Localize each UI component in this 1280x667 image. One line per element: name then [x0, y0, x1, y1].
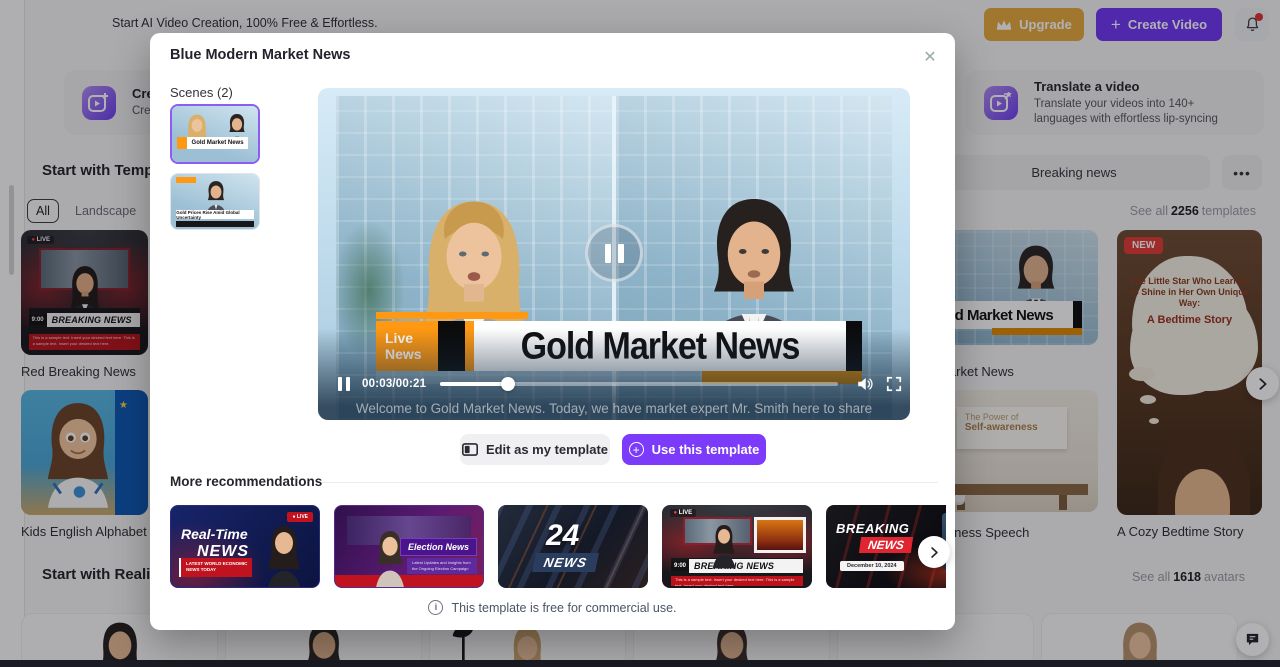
chevron-right-icon [930, 546, 938, 558]
time-display: 00:03/00:21 [362, 378, 427, 390]
live-badge: ● LIVE [287, 512, 313, 522]
rec-24: 24 [546, 519, 580, 552]
rec-inset-image [754, 517, 806, 553]
rec-news-label: NEWS [531, 553, 600, 572]
caption-text: Welcome to Gold Market News. Today, we h… [355, 401, 873, 416]
rec-anchor [267, 526, 301, 587]
pause-overlay-button[interactable] [585, 224, 643, 282]
divider [322, 482, 938, 483]
fullscreen-button[interactable] [886, 376, 902, 392]
license-note: i This template is free for commercial u… [150, 600, 955, 615]
rec-anchor [376, 531, 404, 587]
rec-title: Real-Time [181, 526, 248, 542]
scenes-label: Scenes (2) [170, 85, 233, 100]
screen: Start AI Video Creation, 100% Free & Eff… [0, 0, 1280, 667]
volume-button[interactable] [856, 376, 874, 392]
template-preview-modal: Blue Modern Market News ✕ Scenes (2) Gol… [150, 33, 955, 630]
mini-banner: Gold Prices Rise Amid Global Uncertainty [176, 210, 254, 220]
rec-date-tag: December 10, 2024 [840, 561, 904, 571]
more-recommendations-heading: More recommendations [170, 474, 323, 489]
info-icon: i [428, 600, 444, 615]
use-button-label: Use this template [651, 442, 760, 457]
rec-news-box: NEWS [858, 537, 914, 553]
rec-card-breaking-news-studio[interactable]: ● LIVE 9:00BREAKING NEWS This is a sampl… [662, 505, 812, 588]
rec-banner-sub: Latest Updates and Insights from the Ong… [407, 558, 477, 574]
rec-anchor [712, 525, 736, 569]
modal-title: Blue Modern Market News [170, 47, 351, 63]
rec-card-24-news[interactable]: 24 NEWS [498, 505, 648, 588]
mini-live-tag [176, 177, 196, 183]
edit-button-label: Edit as my template [485, 442, 609, 457]
banner-accent-stripe [376, 312, 528, 319]
plus-circle-icon: + [628, 442, 644, 457]
video-player[interactable]: Live News Gold Market News 00:03/00:21 [318, 88, 910, 420]
mini-banner: Gold Market News [187, 137, 248, 149]
pause-button[interactable] [338, 377, 350, 391]
seek-progress [440, 382, 509, 386]
edit-as-template-button[interactable]: Edit as my template [460, 434, 610, 465]
rec-card-realtime-news[interactable]: ● LIVE Real-Time NEWS LATEST WORLD ECONO… [170, 505, 320, 588]
recommendations-next-button[interactable] [918, 536, 950, 568]
recommendations-row: ● LIVE Real-Time NEWS LATEST WORLD ECONO… [170, 505, 946, 589]
rec-breaking: BREAKING [836, 521, 910, 536]
seek-slider[interactable] [440, 377, 839, 391]
template-icon [461, 443, 478, 456]
fullscreen-icon [887, 376, 902, 392]
rec-sub: LATEST WORLD ECONOMIC NEWS TODAY [179, 557, 253, 577]
scene-thumbnail-2[interactable]: Gold Prices Rise Amid Global Uncertainty [170, 173, 260, 230]
close-icon[interactable]: ✕ [918, 45, 942, 69]
rec-banner: Election News [399, 538, 477, 556]
seek-thumb[interactable] [501, 377, 516, 391]
use-template-button[interactable]: + Use this template [622, 434, 766, 465]
rec-card-election-news[interactable]: Election News Latest Updates and Insight… [334, 505, 484, 588]
scene-thumbnail-1[interactable]: Gold Market News [170, 104, 260, 164]
speaker-icon [858, 378, 873, 390]
player-controls: 00:03/00:21 [318, 374, 910, 394]
